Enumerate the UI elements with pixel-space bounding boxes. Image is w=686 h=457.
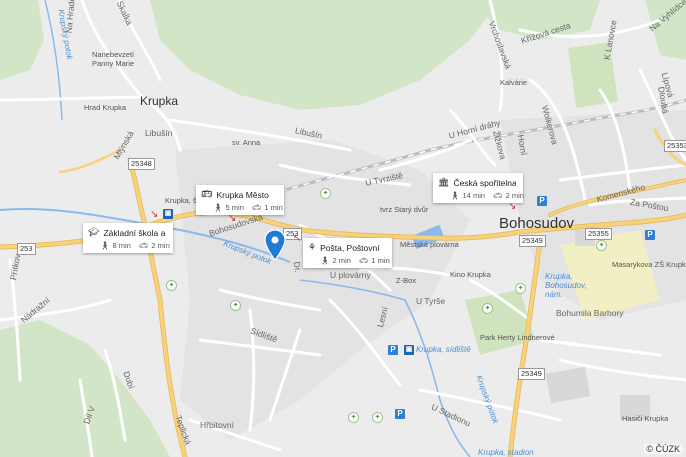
drive-time: 2 min bbox=[505, 191, 524, 200]
car-icon: 🚗︎ bbox=[358, 256, 369, 265]
bank-icon: 🏛︎ bbox=[438, 177, 450, 187]
place-card-krupka-mesto[interactable]: 🚌︎ Krupka Město 🚶︎ 5 min 🚗︎ 1 min bbox=[196, 185, 284, 215]
road-number-shield: 253 bbox=[17, 243, 36, 255]
walk-time: 5 min bbox=[225, 203, 244, 212]
drive-time: 1 min bbox=[264, 203, 283, 212]
car-icon: 🚗︎ bbox=[251, 203, 262, 212]
road-number-shield: 25349 bbox=[518, 368, 545, 380]
copyright-notice: © ČÚZK bbox=[644, 444, 682, 454]
sport-icon[interactable]: ✦ bbox=[320, 188, 331, 199]
direction-arrow-icon: ↘ bbox=[150, 209, 159, 220]
place-name: Česká spořitelna bbox=[453, 177, 516, 188]
walk-time: 8 min bbox=[112, 241, 131, 250]
sport-icon[interactable]: ✦ bbox=[515, 283, 526, 294]
road-number-shield: 25355 bbox=[585, 228, 612, 240]
road-number-shield: 25349 bbox=[519, 235, 546, 247]
parking-icon[interactable]: P bbox=[388, 345, 398, 355]
road-number-shield: 25353 bbox=[664, 140, 686, 152]
bus-stop-icon[interactable]: ▣ bbox=[404, 345, 414, 355]
walk-time: 14 min bbox=[462, 191, 486, 200]
sport-icon[interactable]: ✦ bbox=[482, 303, 493, 314]
walk-icon: 🚶︎ bbox=[450, 191, 460, 200]
bus-icon: 🚌︎ bbox=[201, 189, 213, 199]
sport-icon[interactable]: ✦ bbox=[166, 280, 177, 291]
school-icon: 🎓︎ bbox=[88, 227, 100, 237]
place-name: Pošta, Poštovní bbox=[320, 242, 380, 253]
place-name: Základní škola a ... bbox=[103, 227, 166, 238]
place-card-ceska-sporitelna[interactable]: 🏛︎ Česká spořitelna 🚶︎ 14 min 🚗︎ 2 min bbox=[433, 173, 524, 203]
direction-arrow-icon: ↘ bbox=[508, 201, 517, 212]
car-icon: 🚗︎ bbox=[493, 191, 503, 200]
walk-time: 2 min bbox=[332, 256, 351, 265]
parking-icon[interactable]: P bbox=[537, 196, 547, 206]
road-number-shield: 25348 bbox=[128, 158, 155, 170]
drive-time: 1 min bbox=[371, 256, 390, 265]
location-pin-icon[interactable] bbox=[263, 229, 287, 261]
direction-arrow-icon: ↘ bbox=[228, 213, 237, 224]
direction-arrow-icon: ↖ bbox=[293, 233, 302, 244]
sport-icon[interactable]: ✦ bbox=[348, 412, 359, 423]
parking-icon[interactable]: P bbox=[645, 230, 655, 240]
sport-icon[interactable]: ✦ bbox=[372, 412, 383, 423]
parking-icon[interactable]: P bbox=[395, 409, 405, 419]
sport-icon[interactable]: ✦ bbox=[230, 300, 241, 311]
place-card-zakladni-skola[interactable]: 🎓︎ Základní škola a ... 🚶︎8 min 🚗︎2 min bbox=[83, 223, 173, 253]
walk-icon: 🚶︎ bbox=[100, 241, 110, 250]
post-icon: ⚘ bbox=[308, 242, 317, 252]
sport-icon[interactable]: ✦ bbox=[596, 240, 607, 251]
place-name: Krupka Město bbox=[216, 189, 269, 200]
bus-stop-icon[interactable]: ▣ bbox=[163, 209, 173, 219]
drive-time: 2 min bbox=[151, 241, 170, 250]
place-card-posta[interactable]: ⚘ Pošta, Poštovní 🚶︎ 2 min 🚗︎ 1 min bbox=[303, 238, 392, 268]
walk-icon: 🚶︎ bbox=[320, 256, 330, 265]
car-icon: 🚗︎ bbox=[138, 241, 149, 250]
walk-icon: 🚶︎ bbox=[213, 203, 223, 212]
